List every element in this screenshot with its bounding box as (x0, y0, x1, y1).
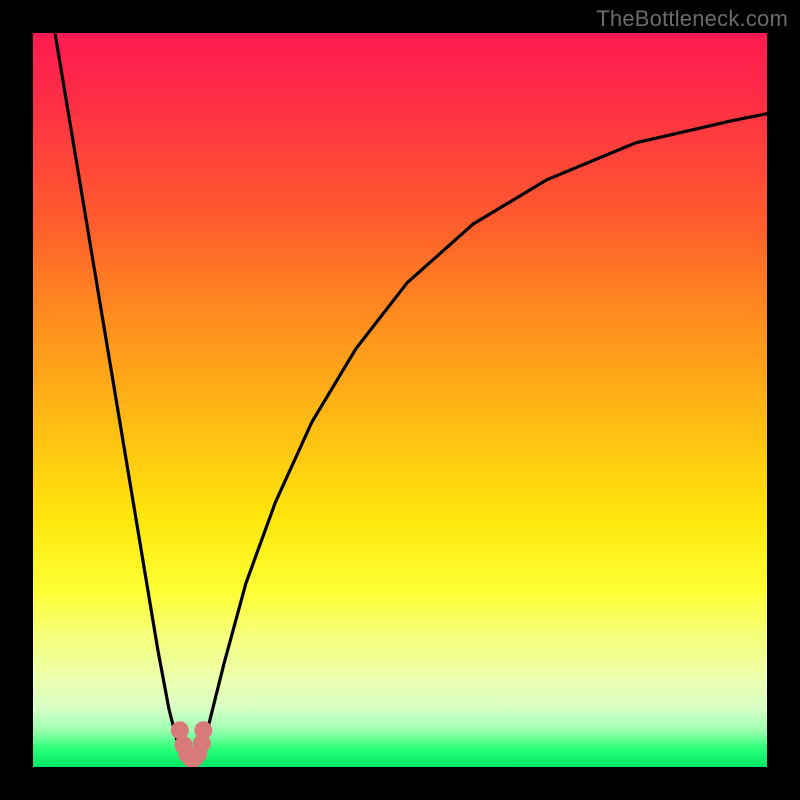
curve-left-branch (55, 33, 189, 763)
watermark-text: TheBottleneck.com (596, 6, 788, 32)
curve-right-branch (198, 114, 767, 764)
curve-layer (33, 33, 767, 767)
highlight-markers (171, 721, 212, 767)
plot-area (33, 33, 767, 767)
chart-frame: TheBottleneck.com (0, 0, 800, 800)
highlight-marker (194, 721, 212, 739)
